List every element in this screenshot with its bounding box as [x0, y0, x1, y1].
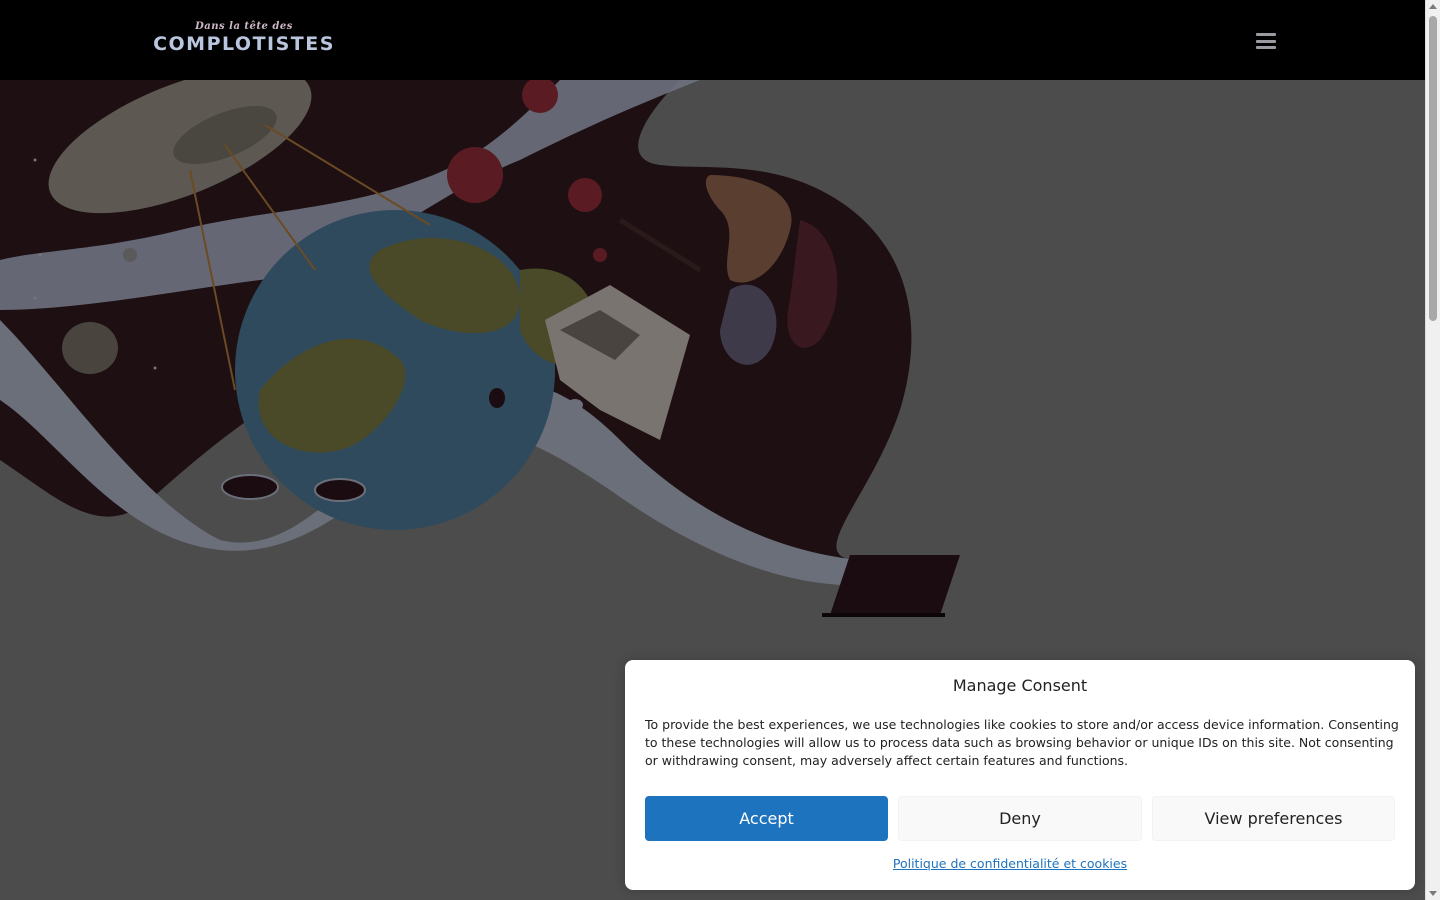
virus: [568, 178, 602, 212]
moon: [123, 248, 137, 262]
eye: [314, 478, 366, 502]
eye: [567, 399, 583, 411]
star: [33, 296, 37, 300]
star: [153, 366, 157, 370]
accept-button[interactable]: Accept: [645, 796, 888, 841]
star: [38, 253, 42, 257]
virus: [593, 248, 607, 262]
virus: [447, 147, 503, 203]
planet: [62, 322, 118, 374]
site-header: Dans la tête des COMPLOTISTES: [0, 0, 1425, 80]
logo-tagline: Dans la tête des: [195, 21, 293, 32]
consent-message: To provide the best experiences, we use …: [645, 717, 1399, 768]
privacy-policy-link[interactable]: Politique de confidentialité et cookies: [625, 856, 1395, 871]
eye: [489, 388, 505, 408]
menu-bar: [1256, 46, 1276, 49]
consent-dialog: Manage Consent To provide the best exper…: [625, 660, 1415, 890]
consent-title: Manage Consent: [952, 676, 1088, 695]
eye: [221, 474, 279, 500]
menu-bar: [1256, 33, 1276, 36]
view-preferences-button[interactable]: View preferences: [1152, 796, 1395, 841]
star: [33, 158, 37, 162]
scroll-up-arrow-icon[interactable]: [1429, 4, 1437, 9]
menu-bar: [1256, 39, 1276, 43]
page-scrollbar[interactable]: [1425, 0, 1440, 900]
site-logo[interactable]: Dans la tête des COMPLOTISTES: [149, 20, 339, 56]
scroll-down-arrow-icon[interactable]: [1429, 891, 1437, 896]
logo-title: COMPLOTISTES: [153, 33, 335, 55]
laptop: [830, 555, 960, 615]
deny-button[interactable]: Deny: [898, 796, 1142, 841]
hamburger-menu-icon[interactable]: [1254, 31, 1278, 51]
scrollbar-thumb[interactable]: [1429, 16, 1437, 321]
